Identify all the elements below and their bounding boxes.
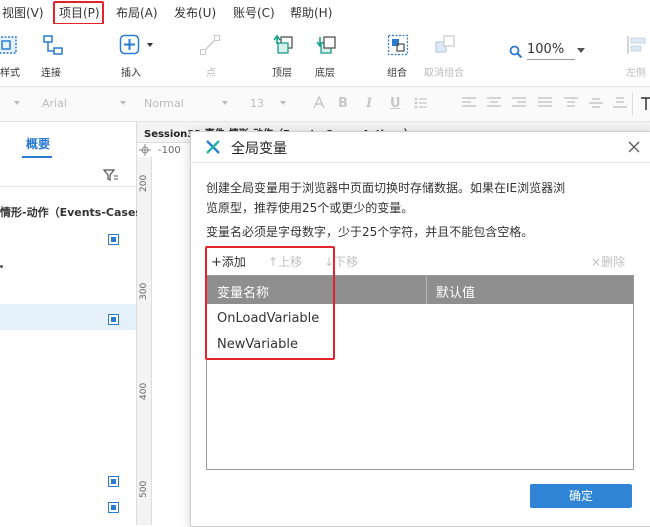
- align-left-text-icon[interactable]: [461, 96, 477, 110]
- italic-icon[interactable]: I: [366, 96, 372, 111]
- filter-icon[interactable]: [103, 168, 119, 182]
- align-justify-text-icon[interactable]: [537, 96, 553, 110]
- align-bottom-icon[interactable]: [612, 96, 628, 110]
- ok-button[interactable]: 确定: [530, 484, 632, 508]
- align-right-text-icon[interactable]: [511, 96, 527, 110]
- dialog-header: 全局变量: [191, 132, 650, 163]
- crosshair-icon: [139, 144, 151, 156]
- menu-layout[interactable]: 布局(A): [116, 4, 158, 21]
- bottom-label: 底层: [315, 68, 335, 79]
- ungroup-label: 取消组合: [424, 68, 464, 79]
- send-to-back-button[interactable]: [315, 34, 337, 56]
- delete-variable-button[interactable]: ×删除: [591, 253, 625, 270]
- align-center-text-icon[interactable]: [486, 96, 502, 110]
- insert-icon: [119, 34, 153, 55]
- tab-outline-underline: [22, 156, 52, 158]
- column-header-default: 默认值: [436, 286, 476, 301]
- tab-outline[interactable]: 概要: [26, 135, 50, 152]
- bold-icon[interactable]: B: [338, 96, 348, 111]
- ruler-tick-500: 500: [139, 480, 149, 498]
- tree-dot: [0, 265, 3, 268]
- style-icon: [0, 36, 17, 54]
- close-icon[interactable]: [628, 141, 640, 153]
- align-left-button[interactable]: [625, 34, 647, 56]
- align-middle-icon[interactable]: [588, 96, 604, 110]
- underline-icon[interactable]: U: [390, 96, 401, 111]
- point-button[interactable]: [199, 34, 221, 56]
- zoom-value: 100%: [527, 42, 565, 57]
- top-label: 顶层: [272, 68, 292, 79]
- dialog-rule-text: 变量名必须是字母数字，少于25个字符，并且不能包含空格。: [206, 225, 534, 239]
- case-icon: [108, 502, 119, 513]
- padding-icon[interactable]: [640, 97, 650, 111]
- x-icon: ×: [591, 255, 602, 269]
- menu-help[interactable]: 帮助(H): [290, 4, 332, 21]
- format-divider: [632, 93, 633, 115]
- zoom-underline: [527, 59, 575, 60]
- column-divider: [426, 276, 427, 304]
- point-label: 点: [206, 68, 216, 79]
- group-icon: [387, 34, 409, 56]
- group-label: 组合: [387, 68, 407, 79]
- font-size-select[interactable]: 13: [250, 97, 264, 110]
- font-size-caret[interactable]: [280, 101, 286, 105]
- ruler-tick-400: 400: [139, 382, 149, 400]
- connect-button[interactable]: [42, 34, 64, 56]
- case-icon: [108, 476, 119, 487]
- case-icon: [108, 234, 119, 245]
- style-label: 样式: [0, 68, 20, 79]
- font-family-caret[interactable]: [120, 101, 126, 105]
- insert-button[interactable]: [119, 34, 153, 56]
- global-variables-dialog: 全局变量 创建全局变量用于浏览器中页面切换时存储数据。如果在IE浏览器浏 览原型…: [190, 131, 650, 527]
- menu-publish[interactable]: 发布(U): [174, 4, 216, 21]
- case-icon: [108, 314, 119, 325]
- connect-label: 连接: [41, 68, 61, 79]
- menu-account[interactable]: 账号(C): [233, 4, 275, 21]
- panel-divider: [0, 186, 136, 187]
- align-left-icon: [627, 36, 646, 54]
- menu-view[interactable]: 视图(V): [2, 4, 44, 21]
- point-icon: [200, 35, 220, 55]
- ruler-tick-300: 300: [139, 282, 149, 300]
- zoom-control[interactable]: 100%: [509, 42, 585, 60]
- font-style-caret[interactable]: [222, 101, 228, 105]
- outline-panel: 概要 情形-动作（Events-Cases: [0, 122, 142, 525]
- menu-project-highlight: [53, 1, 104, 25]
- font-style-select[interactable]: Normal: [144, 97, 184, 110]
- bullet-list-icon[interactable]: [414, 96, 428, 110]
- bring-to-front-icon: [273, 34, 293, 54]
- menu-bar: 视图(V) 项目(P) 布局(A) 发布(U) 账号(C) 帮助(H): [0, 0, 650, 25]
- ruler-tick-200: 200: [139, 174, 149, 192]
- format-bar: Arial Normal 13 B I U: [0, 87, 650, 122]
- bring-to-front-button[interactable]: [272, 34, 294, 56]
- group-button[interactable]: [387, 34, 409, 56]
- toolbar: 样式 连接 插入 点 顶层 底层 组合 取消组合 100% 左侧: [0, 24, 650, 87]
- outline-page-title[interactable]: 情形-动作（Events-Cases: [0, 204, 142, 220]
- dialog-description-line1: 创建全局变量用于浏览器中页面切换时存储数据。如果在IE浏览器浏: [206, 181, 566, 195]
- variables-highlight: [205, 246, 335, 360]
- ruler-tick-top: -100: [158, 145, 181, 156]
- connect-icon: [43, 35, 63, 55]
- magnifier-icon: [509, 45, 523, 59]
- style-dropdown-caret[interactable]: [14, 101, 20, 105]
- dialog-description-line2: 览原型，推荐使用25个或更少的变量。: [206, 201, 414, 215]
- dialog-title: 全局变量: [231, 141, 287, 157]
- left-label: 左侧: [626, 68, 646, 79]
- font-color-icon[interactable]: [312, 96, 326, 110]
- chevron-down-icon: [577, 48, 585, 53]
- axure-logo-icon: [206, 140, 220, 154]
- ungroup-button[interactable]: [434, 34, 456, 56]
- send-to-back-icon: [316, 36, 336, 54]
- font-family-select[interactable]: Arial: [42, 97, 67, 110]
- ungroup-icon: [435, 35, 455, 53]
- align-top-icon[interactable]: [563, 96, 579, 110]
- ruler-vertical: 200 300 400 500: [137, 157, 152, 525]
- insert-label: 插入: [121, 68, 141, 79]
- style-button[interactable]: [0, 36, 18, 54]
